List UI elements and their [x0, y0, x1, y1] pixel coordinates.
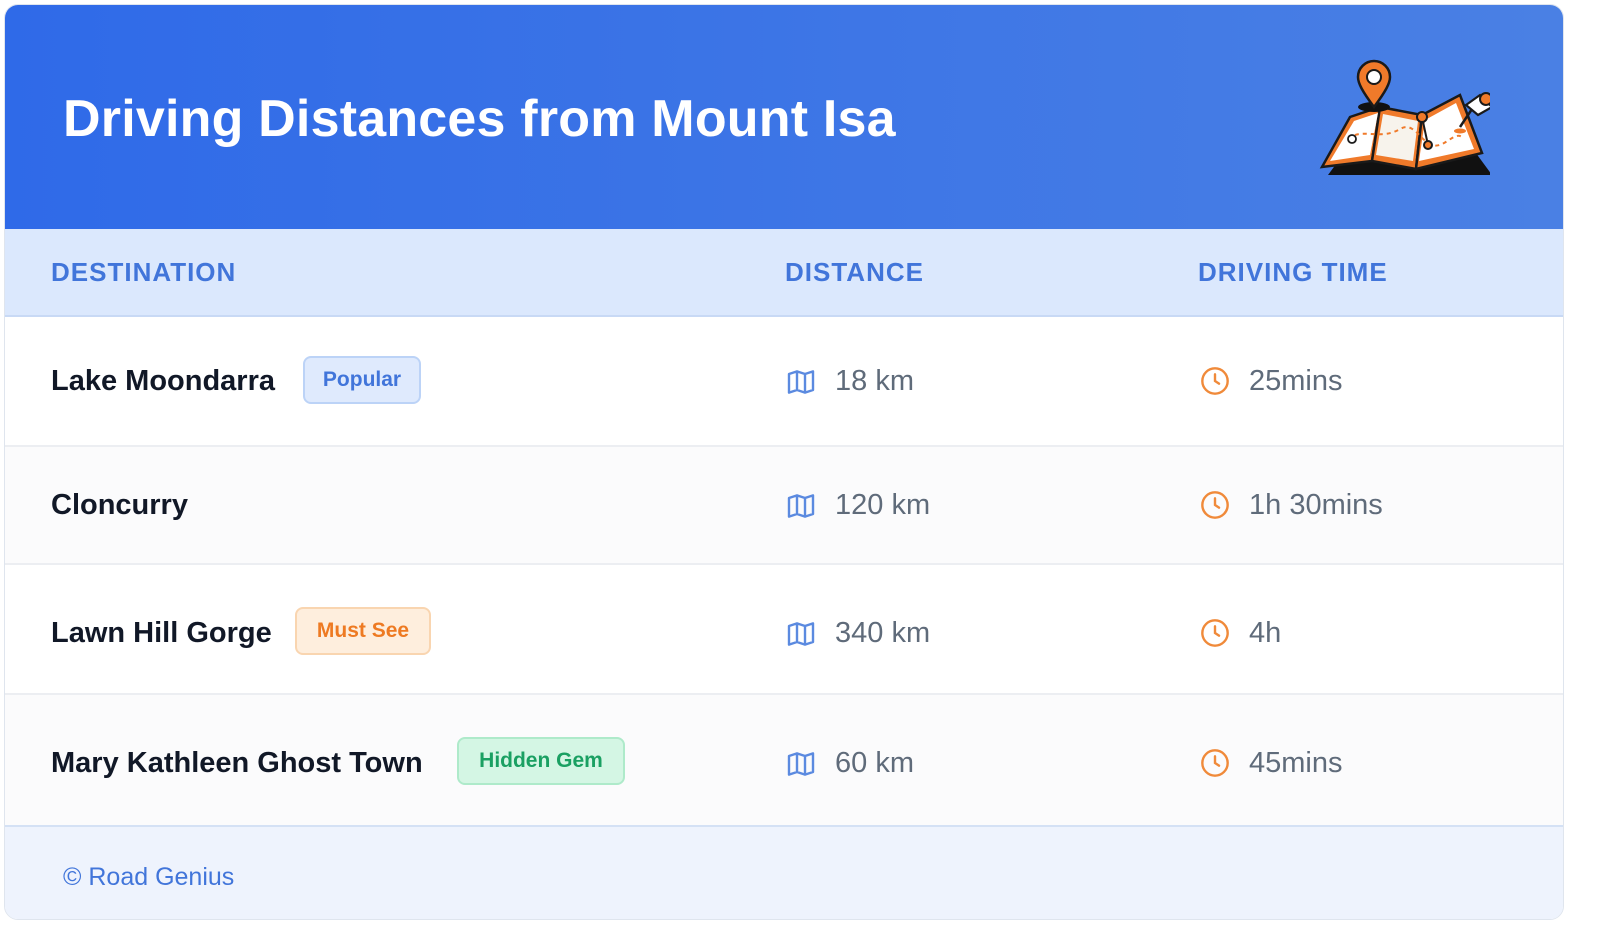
- driving-time-value: 4h: [1249, 617, 1282, 649]
- distance-value: 340 km: [835, 617, 931, 649]
- distance-card: Driving Distances from Mount Isa DESTINA…: [4, 4, 1564, 920]
- map-pin-illustration-icon: [1319, 59, 1490, 175]
- page-title: Driving Distances from Mount Isa: [63, 90, 896, 148]
- map-icon: [787, 752, 815, 776]
- column-header-destination: DESTINATION: [51, 257, 237, 287]
- map-icon: [787, 622, 815, 646]
- destination-name: Cloncurry: [51, 489, 188, 521]
- distance-value: 60 km: [835, 747, 914, 779]
- distance-value: 120 km: [835, 489, 931, 521]
- badge-hidden-gem: Hidden Gem: [457, 737, 625, 785]
- map-icon: [787, 494, 815, 518]
- table-row: Mary Kathleen Ghost Town Hidden Gem 60 k…: [5, 695, 1563, 825]
- table-row: Lake Moondarra Popular 18 km 25mins: [5, 317, 1563, 447]
- card-footer: © Road Genius: [5, 825, 1563, 919]
- table-row: Lawn Hill Gorge Must See 340 km 4h: [5, 565, 1563, 695]
- distance-value: 18 km: [835, 365, 914, 397]
- destination-name: Lake Moondarra: [51, 365, 275, 397]
- driving-time-value: 45mins: [1249, 747, 1343, 779]
- driving-time-value: 25mins: [1249, 365, 1343, 397]
- table-header: DESTINATION DISTANCE DRIVING TIME: [5, 229, 1563, 317]
- column-header-distance: DISTANCE: [785, 257, 924, 287]
- map-icon: [787, 370, 815, 394]
- clock-icon: [1201, 749, 1229, 777]
- destination-name: Lawn Hill Gorge: [51, 617, 272, 649]
- badge-must-see: Must See: [295, 607, 431, 655]
- column-header-driving-time: DRIVING TIME: [1198, 257, 1388, 287]
- clock-icon: [1201, 491, 1229, 519]
- clock-icon: [1201, 367, 1229, 395]
- footer-credit: © Road Genius: [63, 863, 235, 891]
- driving-time-value: 1h 30mins: [1249, 489, 1383, 521]
- clock-icon: [1201, 619, 1229, 647]
- destination-name: Mary Kathleen Ghost Town: [51, 747, 423, 779]
- card-header: Driving Distances from Mount Isa: [5, 5, 1563, 229]
- table-row: Cloncurry 120 km 1h 30mins: [5, 447, 1563, 565]
- badge-popular: Popular: [303, 356, 421, 404]
